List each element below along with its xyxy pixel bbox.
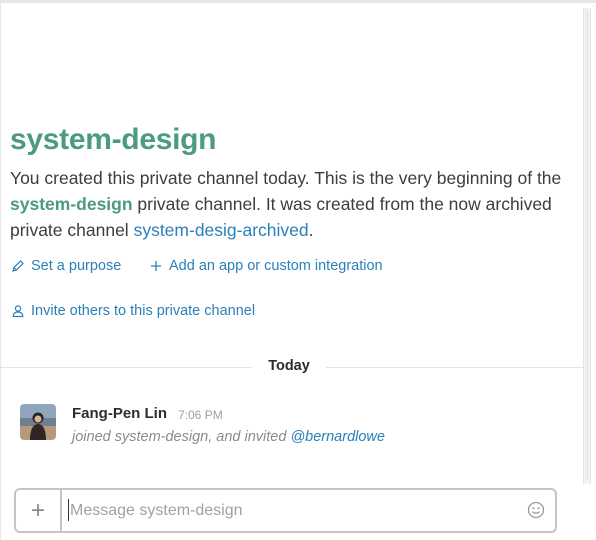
window-top-border	[0, 0, 596, 3]
message-timestamp[interactable]: 7:06 PM	[178, 408, 223, 422]
text-caret	[68, 499, 69, 521]
plus-icon	[151, 261, 161, 271]
person-icon	[12, 305, 24, 318]
emoji-icon[interactable]	[527, 501, 545, 519]
day-divider-line-left	[0, 367, 252, 368]
attach-plus-button[interactable]: +	[16, 490, 62, 531]
avatar-photo	[20, 404, 56, 440]
message-composer: +	[14, 488, 557, 533]
channel-link[interactable]: system-design	[10, 194, 133, 214]
intro-text-part1: You created this private channel today. …	[10, 168, 562, 188]
message-text: joined system-design, and invited @berna…	[72, 429, 385, 445]
intro-text-end: .	[308, 220, 314, 240]
day-divider-label: Today	[268, 358, 310, 374]
channel-title: system-design	[10, 123, 217, 156]
user-mention[interactable]: @bernardlowe	[290, 429, 385, 445]
message-author[interactable]: Fang-Pen Lin	[72, 405, 167, 422]
scrollbar-thumb[interactable]	[585, 10, 589, 480]
add-app-label: Add an app or custom integration	[169, 258, 383, 274]
invite-others-link[interactable]: Invite others to this private channel	[11, 303, 255, 319]
pencil-icon	[12, 260, 24, 272]
avatar[interactable]	[20, 404, 56, 440]
set-purpose-link[interactable]: Set a purpose	[11, 258, 121, 274]
channel-intro-text: You created this private channel today. …	[10, 165, 570, 243]
window-left-border	[0, 0, 1, 540]
message-body: joined system-design, and invited	[72, 429, 291, 445]
message-input[interactable]	[70, 498, 510, 524]
add-app-link[interactable]: Add an app or custom integration	[149, 258, 383, 274]
invite-others-label: Invite others to this private channel	[31, 303, 256, 319]
archived-channel-link[interactable]: system-desig-archived	[134, 220, 309, 240]
set-purpose-label: Set a purpose	[31, 258, 122, 274]
day-divider-line-right	[326, 367, 584, 368]
